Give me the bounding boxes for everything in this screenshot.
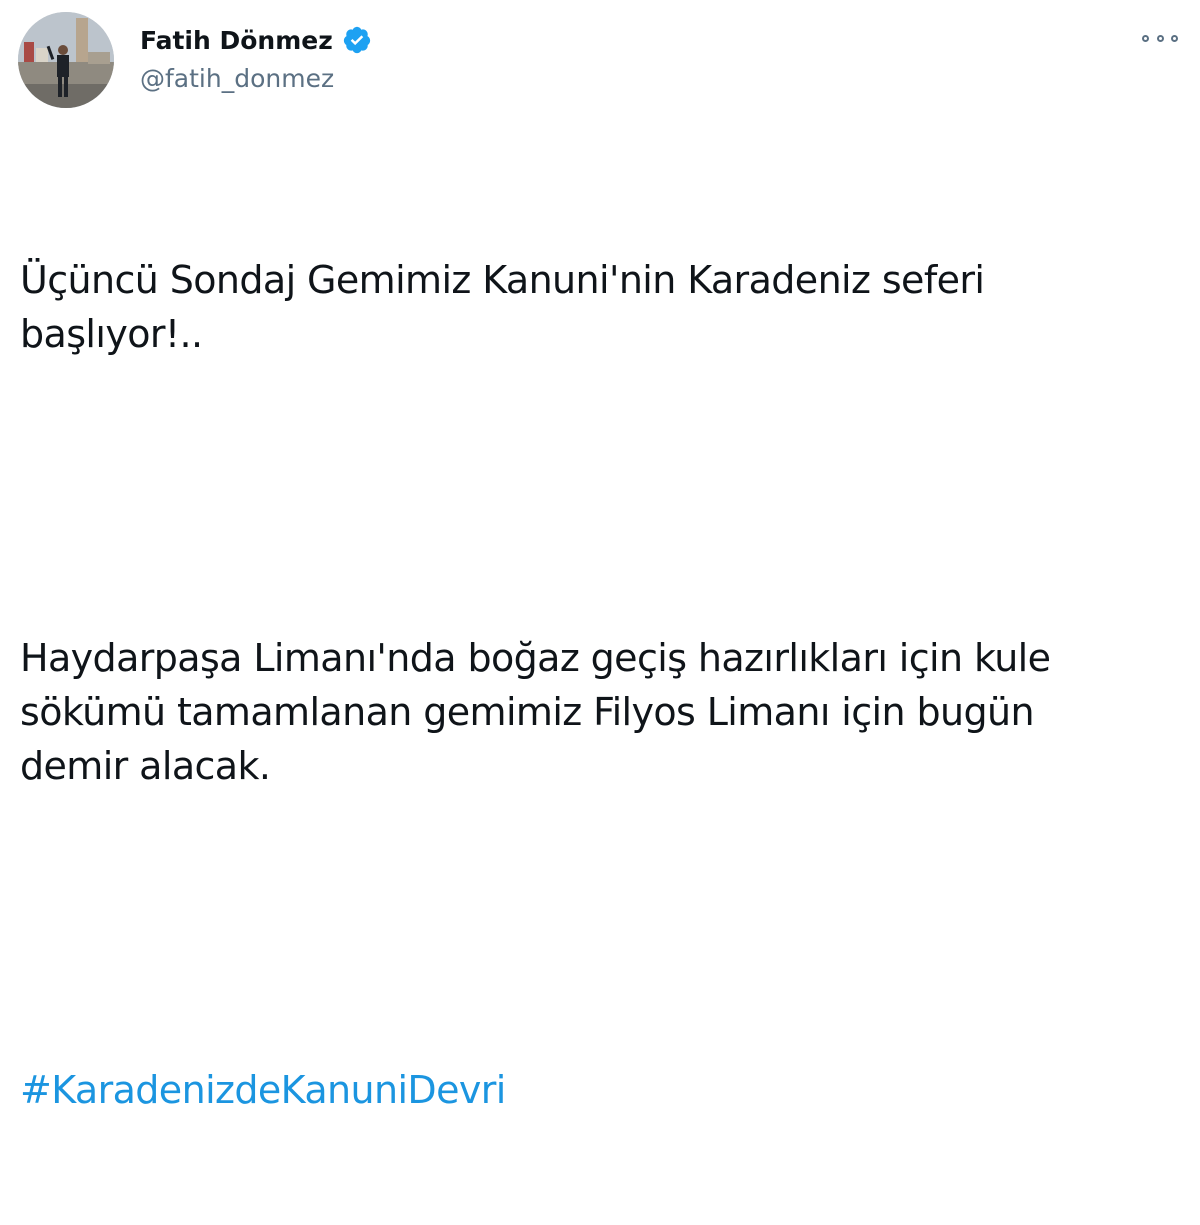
tweet-paragraph-2: Haydarpaşa Limanı'nda boğaz geçiş hazırl…	[20, 636, 1051, 788]
hashtag-link[interactable]: #KaradenizdeKanuniDevri	[20, 1063, 1180, 1117]
more-options-icon[interactable]	[1142, 28, 1178, 48]
more-dot	[1142, 34, 1149, 42]
avatar-photo	[18, 12, 114, 108]
author-handle[interactable]: @fatih_donmez	[140, 64, 334, 93]
tweet-paragraph-1: Üçüncü Sondaj Gemimiz Kanuni'nin Karaden…	[20, 258, 985, 356]
avatar[interactable]	[18, 12, 114, 108]
verified-badge-icon	[342, 25, 372, 55]
tweet-card: Fatih Dönmez @fatih_donmez Üçüncü Sondaj…	[0, 0, 1200, 1112]
tweet-text: Üçüncü Sondaj Gemimiz Kanuni'nin Karaden…	[20, 145, 1180, 1225]
author-display-name[interactable]: Fatih Dönmez	[140, 26, 333, 55]
more-dot	[1156, 34, 1164, 42]
more-dot	[1171, 34, 1178, 42]
author-name-row[interactable]: Fatih Dönmez	[140, 22, 372, 58]
